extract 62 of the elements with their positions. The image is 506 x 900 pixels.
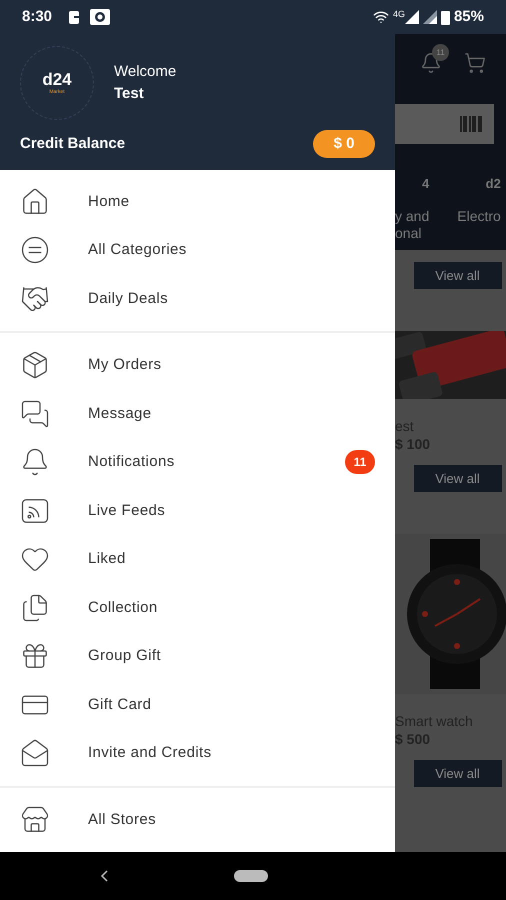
chat-bubbles-icon	[20, 398, 50, 429]
battery-level: 85%	[454, 6, 484, 27]
menu-item-label: Live Feeds	[88, 500, 166, 520]
category-logo: 4	[422, 175, 430, 193]
signal-icon	[422, 10, 437, 24]
notification-badge: 11	[345, 450, 375, 474]
user-name: Test	[114, 84, 145, 104]
view-all-button[interactable]: View all	[414, 465, 502, 492]
barcode-icon	[460, 116, 482, 132]
view-all-button[interactable]: View all	[414, 760, 502, 787]
view-all-button[interactable]: View all	[414, 262, 502, 289]
menu-item[interactable]: Live Feeds	[0, 486, 395, 535]
category-name: Electro	[457, 208, 501, 224]
home-button[interactable]	[234, 870, 268, 882]
search-field[interactable]	[395, 104, 494, 144]
equals-circle-icon	[20, 235, 50, 266]
signal-icon	[404, 10, 419, 24]
credit-balance: $ 0	[313, 130, 375, 158]
menu-item[interactable]: Notifications 11	[0, 438, 395, 486]
category-name: y and	[395, 208, 430, 224]
menu-item-label: Group Gift	[88, 646, 161, 666]
status-time: 8:30	[22, 6, 52, 27]
hotspot-icon	[372, 9, 389, 25]
menu-item-label: Notifications	[88, 452, 175, 472]
category-name: onal	[395, 224, 422, 242]
credit-label: Credit Balance	[20, 134, 126, 154]
menu-item-label: Invite and Credits	[88, 743, 212, 763]
menu-item-label: All Stores	[88, 810, 156, 830]
menu-item-label: My Orders	[88, 355, 162, 375]
menu-item[interactable]: Invite and Credits	[0, 729, 395, 778]
record-icon	[90, 9, 110, 25]
bell-icon	[20, 447, 50, 478]
network-type: 4G	[392, 8, 405, 21]
menu-item[interactable]: Collection	[0, 584, 395, 632]
menu-item[interactable]: Message	[0, 390, 395, 438]
menu-item-label: Daily Deals	[88, 288, 168, 308]
menu-item[interactable]: Gift Card	[0, 680, 395, 729]
menu-item[interactable]: Group Gift	[0, 632, 395, 680]
greeting: Welcome	[114, 62, 176, 82]
logo-text: d24	[42, 71, 72, 88]
menu-item-label: Collection	[88, 598, 158, 618]
box-icon	[20, 350, 50, 380]
menu-item[interactable]: All Categories	[0, 226, 395, 274]
documents-icon	[20, 592, 50, 623]
home-icon	[20, 186, 50, 217]
category-logo: d2	[486, 175, 501, 193]
battery-icon	[440, 10, 450, 24]
menu-item[interactable]: My Orders	[0, 341, 395, 390]
menu-item-label: Gift Card	[88, 694, 152, 714]
menu-item-label: Liked	[88, 549, 126, 569]
back-icon	[100, 870, 108, 882]
menu-item[interactable]: Home	[0, 178, 395, 226]
menu-item-label: Home	[88, 192, 130, 212]
envelope-icon	[20, 738, 50, 768]
menu-item[interactable]: Daily Deals	[0, 274, 395, 323]
cart-icon[interactable]	[464, 52, 486, 74]
store-icon	[20, 804, 50, 835]
menu-item[interactable]: All Stores	[0, 796, 395, 844]
menu-item-label: All Categories	[88, 240, 187, 260]
notification-badge: 11	[432, 44, 449, 61]
menu-item-label: Message	[88, 404, 152, 424]
menu-item[interactable]: Liked	[0, 535, 395, 584]
